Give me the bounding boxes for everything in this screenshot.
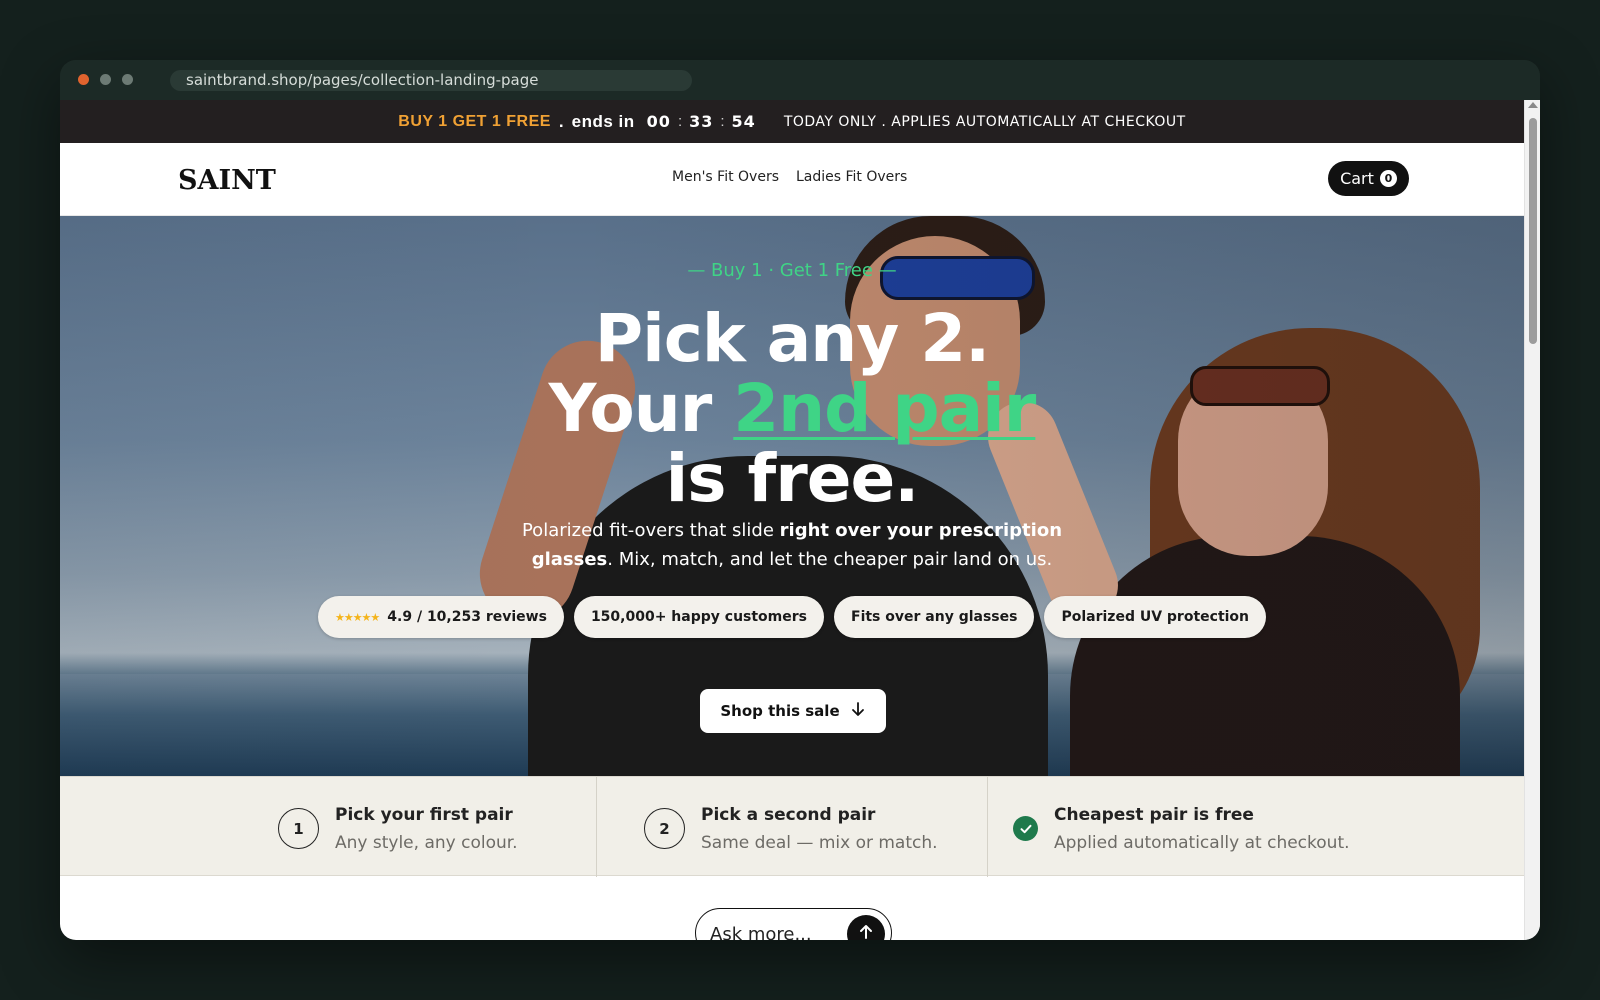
brand-logo[interactable]: SAINT (178, 165, 276, 196)
pill-reviews: ★★★★★ 4.9 / 10,253 reviews (317, 596, 564, 638)
site-header: SAINT Men's Fit Overs Ladies Fit Overs C… (60, 143, 1524, 216)
promo-separator: . (558, 111, 564, 131)
promo-note: TODAY ONLY . APPLIES AUTOMATICALLY AT CH… (783, 113, 1186, 130)
main-nav: Men's Fit Overs Ladies Fit Overs (672, 169, 907, 185)
step-2: 2 Pick a second pair Same deal — mix or … (597, 777, 988, 877)
headline-line-2-prefix: Your (548, 370, 734, 447)
hero-eyebrow: — Buy 1 · Get 1 Free — (687, 260, 897, 281)
page-viewport: BUY 1 GET 1 FREE . ends in 00 : 33 : 54 … (60, 100, 1540, 940)
scrollbar-thumb[interactable] (1529, 118, 1537, 344)
countdown-minutes: 33 (689, 112, 714, 131)
browser-chrome: saintbrand.shop/pages/collection-landing… (60, 60, 1540, 100)
countdown-colon: : (720, 113, 725, 130)
star-rating-icon: ★★★★★ (334, 610, 380, 624)
step-3: Cheapest pair is free Applied automatica… (988, 777, 1524, 877)
ask-input[interactable] (710, 919, 840, 940)
step-2-desc: Same deal — mix or match. (701, 833, 938, 853)
pill-polarized-label: Polarized UV protection (1061, 609, 1250, 625)
trust-pills: ★★★★★ 4.9 / 10,253 reviews 150,000+ happ… (60, 596, 1524, 638)
hero-section: — Buy 1 · Get 1 Free — Pick any 2. Your … (60, 216, 1524, 776)
scroll-up-icon[interactable] (1528, 102, 1538, 108)
headline-accent: 2nd pair (733, 370, 1036, 447)
promo-bar: BUY 1 GET 1 FREE . ends in 00 : 33 : 54 … (60, 100, 1524, 143)
arrow-up-icon (857, 923, 875, 941)
countdown-seconds: 54 (731, 112, 756, 131)
step-1-number: 1 (278, 808, 319, 849)
hero-subtext-part1: Polarized fit-overs that slide (521, 520, 780, 541)
pill-fits-over: Fits over any glasses (834, 596, 1035, 638)
page-scrollbar[interactable] (1524, 100, 1540, 940)
headline-line-2: Your 2nd pair (60, 374, 1524, 444)
arrow-down-icon (850, 701, 866, 721)
pill-fits-over-label: Fits over any glasses (851, 609, 1018, 625)
step-1-title: Pick your first pair (335, 805, 513, 825)
hero-subtext-part2: . Mix, match, and let the cheaper pair l… (607, 549, 1053, 570)
step-3-title: Cheapest pair is free (1054, 805, 1254, 825)
send-button[interactable] (847, 915, 885, 940)
browser-window: saintbrand.shop/pages/collection-landing… (60, 60, 1540, 940)
headline-line-1: Pick any 2. (594, 300, 991, 377)
cart-label: Cart (1340, 169, 1374, 188)
pill-customers-label: 150,000+ happy customers (590, 609, 807, 625)
promo-deal: BUY 1 GET 1 FREE (398, 112, 551, 130)
step-2-number: 2 (644, 808, 685, 849)
step-3-desc: Applied automatically at checkout. (1054, 833, 1350, 853)
pill-customers: 150,000+ happy customers (573, 596, 824, 638)
pill-reviews-label: 4.9 / 10,253 reviews (387, 609, 547, 625)
headline-line-3: is free. (665, 440, 920, 517)
cart-button[interactable]: Cart 0 (1328, 161, 1409, 196)
maximize-window-icon[interactable] (122, 74, 133, 85)
step-2-title: Pick a second pair (701, 805, 876, 825)
how-it-works-steps: 1 Pick your first pair Any style, any co… (60, 776, 1524, 877)
step-1: 1 Pick your first pair Any style, any co… (60, 777, 597, 877)
shop-sale-button[interactable]: Shop this sale (700, 689, 886, 733)
cart-count-badge: 0 (1379, 170, 1397, 187)
nav-link-mens-fit-overs[interactable]: Men's Fit Overs (672, 169, 779, 185)
countdown-colon: : (677, 113, 683, 130)
hero-content: — Buy 1 · Get 1 Free — Pick any 2. Your … (60, 216, 1524, 776)
close-window-icon[interactable] (78, 74, 89, 85)
pill-polarized: Polarized UV protection (1044, 596, 1267, 638)
promo-ends-label: ends in (571, 111, 635, 131)
shop-sale-label: Shop this sale (720, 702, 840, 720)
countdown-timer: 00 : 33 : 54 (643, 112, 760, 131)
countdown-hours: 00 (646, 112, 671, 131)
nav-link-ladies-fit-overs[interactable]: Ladies Fit Overs (796, 169, 907, 185)
step-1-desc: Any style, any colour. (335, 833, 518, 853)
ask-widget (695, 908, 892, 940)
hero-headline: Pick any 2. Your 2nd pair is free. (60, 304, 1524, 514)
address-bar[interactable]: saintbrand.shop/pages/collection-landing… (170, 70, 692, 91)
hero-subtext: Polarized fit-overs that slide right ove… (490, 516, 1094, 574)
minimize-window-icon[interactable] (100, 74, 111, 85)
check-icon (1013, 816, 1038, 841)
